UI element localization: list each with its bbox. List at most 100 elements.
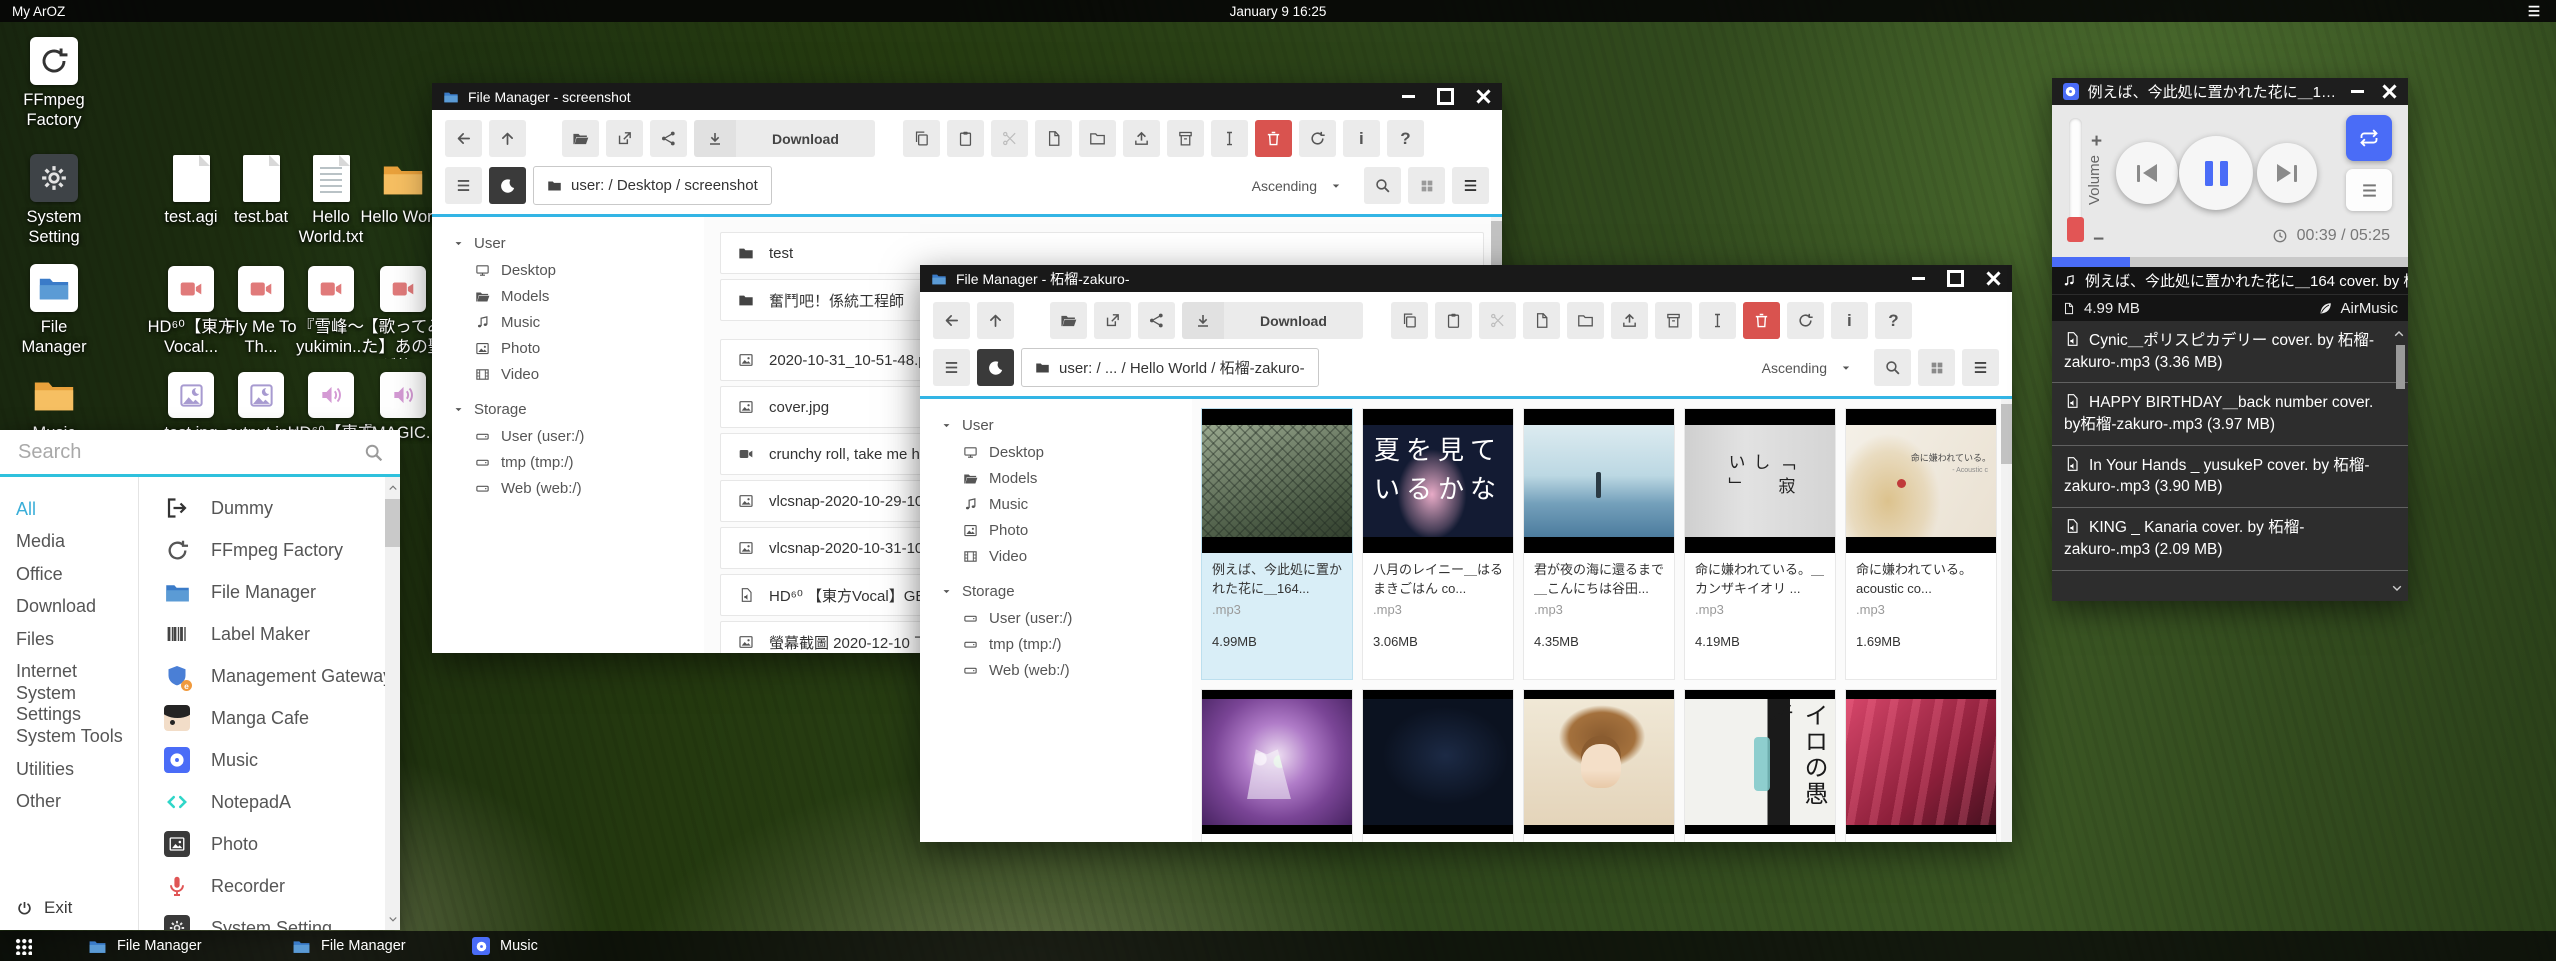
maximize-button[interactable]	[1947, 270, 1964, 287]
tree-item-photo[interactable]: Photo	[452, 335, 704, 361]
minimize-button[interactable]	[1912, 277, 1925, 280]
scrollbar-thumb[interactable]	[385, 499, 400, 547]
tree-section-storage[interactable]: Storage	[940, 578, 1192, 605]
repeat-button[interactable]	[2346, 115, 2392, 161]
tree-section-user[interactable]: User	[940, 412, 1192, 439]
close-button[interactable]	[2382, 84, 2397, 99]
breadcrumb[interactable]: user: / ... / Hello World / 柘榴-zakuro-	[1021, 348, 1319, 387]
category-other[interactable]: Other	[16, 786, 138, 819]
share-button[interactable]	[1138, 302, 1175, 339]
help-button[interactable]: ?	[1387, 120, 1424, 157]
upload-button[interactable]	[1123, 120, 1160, 157]
file-tile[interactable]: 夏を見て いるかな 八月のレイニー＿はるまきごはん co... .mp3 3.0…	[1362, 408, 1514, 680]
tree-section-storage[interactable]: Storage	[452, 396, 704, 423]
maximize-button[interactable]	[1437, 88, 1454, 105]
upload-button[interactable]	[1611, 302, 1648, 339]
file-tile[interactable]: イロの愚者 妄想感傷代償連盟	[1684, 689, 1836, 842]
grid-view-button[interactable]	[1918, 349, 1955, 386]
category-download[interactable]: Download	[16, 591, 138, 624]
copy-button[interactable]	[903, 120, 940, 157]
cut-button[interactable]	[991, 120, 1028, 157]
taskbar-item-file-manager-2[interactable]: File Manager	[292, 931, 406, 961]
app-item-recorder[interactable]: Recorder	[139, 865, 400, 907]
previous-track-button[interactable]	[2116, 142, 2178, 204]
back-button[interactable]	[445, 120, 482, 157]
tree-item-tmp-drive[interactable]: tmp (tmp:/)	[940, 631, 1192, 657]
close-button[interactable]	[1986, 271, 2001, 286]
file-tile[interactable]: 幽霊東京 _ Ayase	[1845, 689, 1997, 842]
app-item-management-gateway[interactable]: e Management Gateway	[139, 655, 400, 697]
playlist-scroll-down-icon[interactable]	[2390, 581, 2404, 595]
paste-button[interactable]	[947, 120, 984, 157]
breadcrumb[interactable]: user: / Desktop / screenshot	[533, 166, 772, 205]
tree-item-models[interactable]: Models	[940, 465, 1192, 491]
next-track-button[interactable]	[2257, 143, 2317, 203]
up-button[interactable]	[489, 120, 526, 157]
tree-item-desktop[interactable]: Desktop	[452, 257, 704, 283]
download-button[interactable]: Download	[1182, 302, 1363, 339]
category-files[interactable]: Files	[16, 623, 138, 656]
file-tile-selected[interactable]: 例えば、今此処に置かれた花に＿164... .mp3 4.99MB	[1201, 408, 1353, 680]
desktop-icon-system-setting[interactable]: System Setting	[6, 150, 102, 247]
list-view-button[interactable]	[1962, 349, 1999, 386]
tree-item-video[interactable]: Video	[452, 361, 704, 387]
playlist-scrollbar-thumb[interactable]	[2396, 345, 2405, 389]
archive-button[interactable]	[1655, 302, 1692, 339]
minimize-button[interactable]	[2351, 90, 2364, 93]
scrollbar-thumb[interactable]	[2001, 404, 2012, 464]
dark-mode-button[interactable]	[489, 167, 526, 204]
app-item-system-setting[interactable]: System Setting	[139, 907, 400, 930]
search-button[interactable]	[1874, 349, 1911, 386]
tree-item-web-drive[interactable]: Web (web:/)	[452, 475, 704, 501]
search-icon[interactable]	[363, 442, 384, 463]
sort-dropdown[interactable]: Ascending	[1748, 349, 1867, 386]
dark-mode-button[interactable]	[977, 349, 1014, 386]
refresh-button[interactable]	[1299, 120, 1336, 157]
category-media[interactable]: Media	[16, 526, 138, 559]
list-view-button[interactable]	[1452, 167, 1489, 204]
menu-toggle-button[interactable]	[445, 167, 482, 204]
help-button[interactable]: ?	[1875, 302, 1912, 339]
app-item-notepada[interactable]: NotepadA	[139, 781, 400, 823]
tree-item-photo[interactable]: Photo	[940, 517, 1192, 543]
playlist-scroll-up-icon[interactable]	[2392, 327, 2406, 341]
volume-slider-handle[interactable]	[2067, 217, 2084, 242]
playlist-item[interactable]: Cynic＿ポリスピカデリー cover. by 柘榴-zakuro-.mp3 …	[2052, 321, 2408, 383]
menu-scrollbar[interactable]	[385, 477, 400, 930]
up-button[interactable]	[977, 302, 1014, 339]
search-input[interactable]	[16, 440, 353, 465]
scroll-down-icon[interactable]	[387, 913, 399, 925]
new-folder-button[interactable]	[1079, 120, 1116, 157]
taskbar-item-music[interactable]: Music	[472, 931, 538, 961]
search-button[interactable]	[1364, 167, 1401, 204]
file-tile[interactable]: 命に嫌われている。- Acoustic c 命に嫌われている。acoustic …	[1845, 408, 1997, 680]
desktop-icon-file-manager[interactable]: File Manager	[6, 260, 102, 357]
open-in-new-button[interactable]	[1094, 302, 1131, 339]
app-item-dummy[interactable]: Dummy	[139, 487, 400, 529]
tree-item-desktop[interactable]: Desktop	[940, 439, 1192, 465]
app-item-manga-cafe[interactable]: Manga Cafe	[139, 697, 400, 739]
app-item-file-manager[interactable]: File Manager	[139, 571, 400, 613]
desktop-icon-ffmpeg-factory[interactable]: FFmpeg Factory	[6, 33, 102, 130]
category-office[interactable]: Office	[16, 558, 138, 591]
progress-bar[interactable]	[2052, 257, 2408, 267]
category-system-settings[interactable]: System Settings	[16, 688, 138, 721]
window1-title-bar[interactable]: File Manager - screenshot	[432, 83, 1502, 110]
player-title-bar[interactable]: 例えば、今此処に置かれた花に＿164 c…	[2052, 78, 2408, 105]
pause-button[interactable]	[2179, 136, 2253, 210]
info-button[interactable]: i	[1831, 302, 1868, 339]
open-in-new-button[interactable]	[606, 120, 643, 157]
playlist-item[interactable]: In Your Hands _ yusukeP cover. by 柘榴-zak…	[2052, 446, 2408, 508]
window2-scrollbar[interactable]	[2001, 399, 2012, 842]
tree-item-music[interactable]: Music	[940, 491, 1192, 517]
taskbar-item-file-manager-1[interactable]: File Manager	[88, 931, 202, 961]
open-button[interactable]	[562, 120, 599, 157]
top-menu-icon[interactable]	[2526, 3, 2542, 19]
share-button[interactable]	[650, 120, 687, 157]
archive-button[interactable]	[1167, 120, 1204, 157]
playlist-item[interactable]: KING _ Kanaria cover. by 柘榴-zakuro-.mp3 …	[2052, 508, 2408, 570]
refresh-button[interactable]	[1787, 302, 1824, 339]
minimize-button[interactable]	[1402, 95, 1415, 98]
open-button[interactable]	[1050, 302, 1087, 339]
file-tile[interactable]: 四季折々に揺蕩い	[1201, 689, 1353, 842]
